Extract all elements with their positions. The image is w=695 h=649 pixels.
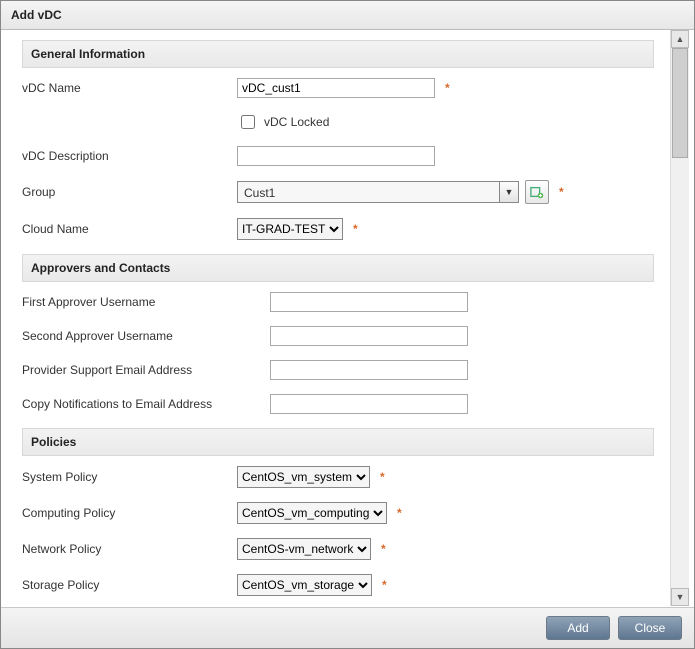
required-mark: * [381, 542, 386, 556]
add-vdc-dialog: Add vDC General Information vDC Name * v… [0, 0, 695, 649]
dialog-footer: Add Close [1, 607, 694, 648]
vdc-name-label: vDC Name [22, 81, 237, 95]
row-vdc-locked: vDC Locked [22, 112, 654, 132]
row-second-approver: Second Approver Username [22, 326, 654, 346]
provider-email-label: Provider Support Email Address [22, 363, 270, 377]
system-policy-select[interactable]: CentOS_vm_system [237, 466, 370, 488]
row-first-approver: First Approver Username [22, 292, 654, 312]
required-mark: * [380, 470, 385, 484]
first-approver-input[interactable] [270, 292, 468, 312]
required-mark: * [397, 506, 402, 520]
row-system-policy: System Policy CentOS_vm_system * [22, 466, 654, 488]
group-combobox[interactable]: Cust1 ▼ [237, 181, 519, 203]
vdc-description-label: vDC Description [22, 149, 237, 163]
row-computing-policy: Computing Policy CentOS_vm_computing * [22, 502, 654, 524]
section-approvers: Approvers and Contacts [22, 254, 654, 282]
vdc-name-input[interactable] [237, 78, 435, 98]
close-button[interactable]: Close [618, 616, 682, 640]
row-vdc-name: vDC Name * [22, 78, 654, 98]
required-mark: * [353, 222, 358, 236]
copy-notifications-input[interactable] [270, 394, 468, 414]
row-group: Group Cust1 ▼ * [22, 180, 654, 204]
row-copy-notifications: Copy Notifications to Email Address [22, 394, 654, 414]
required-mark: * [445, 81, 450, 95]
scroll-down-icon[interactable]: ▼ [671, 588, 689, 606]
provider-email-input[interactable] [270, 360, 468, 380]
network-policy-label: Network Policy [22, 542, 237, 556]
storage-policy-label: Storage Policy [22, 578, 237, 592]
dialog-title: Add vDC [1, 1, 694, 30]
vdc-description-input[interactable] [237, 146, 435, 166]
scrollbar-thumb[interactable] [672, 48, 688, 158]
scroll-up-icon[interactable]: ▲ [671, 30, 689, 48]
network-policy-select[interactable]: CentOS-vm_network [237, 538, 371, 560]
second-approver-label: Second Approver Username [22, 329, 270, 343]
cloud-name-label: Cloud Name [22, 222, 237, 236]
required-mark: * [382, 578, 387, 592]
storage-policy-select[interactable]: CentOS_vm_storage [237, 574, 372, 596]
second-approver-input[interactable] [270, 326, 468, 346]
computing-policy-select[interactable]: CentOS_vm_computing [237, 502, 387, 524]
cloud-name-select[interactable]: IT-GRAD-TEST [237, 218, 343, 240]
row-storage-policy: Storage Policy CentOS_vm_storage * [22, 574, 654, 596]
group-label: Group [22, 185, 237, 199]
row-provider-email: Provider Support Email Address [22, 360, 654, 380]
section-general: General Information [22, 40, 654, 68]
copy-notifications-label: Copy Notifications to Email Address [22, 397, 270, 411]
add-group-icon [530, 185, 544, 199]
first-approver-label: First Approver Username [22, 295, 270, 309]
add-group-button[interactable] [525, 180, 549, 204]
row-network-policy: Network Policy CentOS-vm_network * [22, 538, 654, 560]
vdc-locked-checkbox[interactable] [241, 115, 255, 129]
group-value: Cust1 [237, 181, 499, 203]
system-policy-label: System Policy [22, 470, 237, 484]
vertical-scrollbar[interactable]: ▲ ▼ [670, 30, 689, 606]
form-scroll-area: General Information vDC Name * vDC Locke… [6, 30, 670, 606]
row-cloud-name: Cloud Name IT-GRAD-TEST * [22, 218, 654, 240]
chevron-down-icon[interactable]: ▼ [499, 181, 519, 203]
row-vdc-description: vDC Description [22, 146, 654, 166]
vdc-locked-label: vDC Locked [264, 115, 329, 129]
add-button[interactable]: Add [546, 616, 610, 640]
required-mark: * [559, 185, 564, 199]
computing-policy-label: Computing Policy [22, 506, 237, 520]
section-policies: Policies [22, 428, 654, 456]
dialog-body: General Information vDC Name * vDC Locke… [6, 30, 689, 606]
